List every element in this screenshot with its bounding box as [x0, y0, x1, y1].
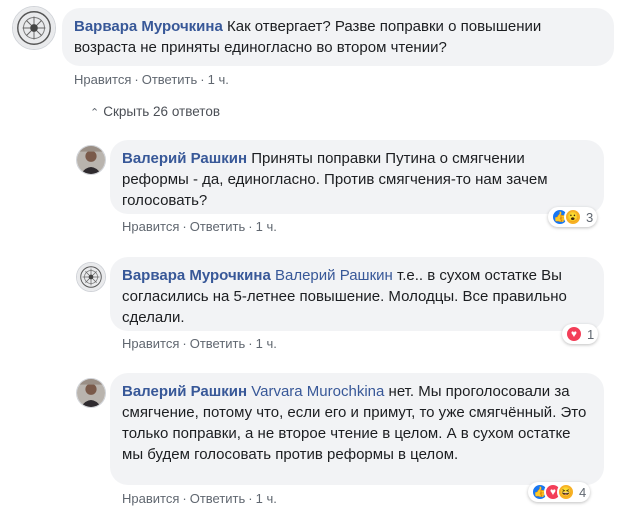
avatar-image — [77, 379, 105, 407]
like-button[interactable]: Нравится — [122, 336, 179, 351]
like-button[interactable]: Нравится — [122, 491, 179, 506]
avatar[interactable] — [76, 145, 106, 175]
comment-actions: Нравится · Ответить · 1 ч. — [74, 72, 229, 87]
comment-time[interactable]: 1 ч. — [256, 491, 277, 506]
comment-time[interactable]: 1 ч. — [256, 219, 277, 234]
avatar[interactable] — [76, 262, 106, 292]
reply-button[interactable]: Ответить — [190, 491, 246, 506]
mention-link[interactable]: Varvara Murochkina — [251, 383, 384, 400]
reactions-badge[interactable]: 👍 😮 3 — [548, 207, 598, 227]
comment-author[interactable]: Варвара Мурочкина — [122, 267, 271, 284]
hide-replies-label: Скрыть 26 ответов — [103, 104, 221, 119]
wow-reaction-icon: 😮 — [564, 208, 582, 226]
avatar[interactable] — [76, 378, 106, 408]
mention-link[interactable]: Валерий Рашкин — [275, 267, 393, 284]
comment-time[interactable]: 1 ч. — [256, 336, 277, 351]
comment-actions: Нравится · Ответить · 1 ч. — [122, 336, 277, 351]
like-button[interactable]: Нравится — [122, 219, 179, 234]
comment-time[interactable]: 1 ч. — [208, 72, 229, 87]
comment-bubble: Варвара Мурочкина Как отвергает? Разве п… — [62, 8, 614, 66]
haha-reaction-icon: 😆 — [557, 483, 575, 501]
comment-bubble: Валерий Рашкин Приняты поправки Путина о… — [110, 140, 604, 214]
avatar-image — [77, 263, 105, 291]
reaction-count: 3 — [586, 209, 594, 225]
hide-replies-button[interactable]: ⌃ Скрыть 26 ответов — [90, 104, 220, 119]
comment-bubble: Валерий Рашкин Varvara Murochkina нет. М… — [110, 373, 604, 485]
reaction-count: 4 — [579, 484, 587, 500]
comment-actions: Нравится · Ответить · 1 ч. — [122, 491, 277, 506]
comment-author[interactable]: Варвара Мурочкина — [74, 18, 223, 35]
avatar-image — [13, 7, 55, 49]
reactions-badge[interactable]: 👍 ♥ 😆 4 — [528, 482, 591, 502]
avatar[interactable] — [12, 6, 56, 50]
reply-button[interactable]: Ответить — [190, 336, 246, 351]
reactions-badge[interactable]: ♥ 1 — [562, 324, 599, 344]
comment-bubble: Варвара Мурочкина Валерий Рашкин т.е.. в… — [110, 257, 604, 331]
reply-button[interactable]: Ответить — [190, 219, 246, 234]
reply-button[interactable]: Ответить — [142, 72, 198, 87]
love-reaction-icon: ♥ — [565, 325, 583, 343]
like-button[interactable]: Нравится — [74, 72, 131, 87]
reaction-count: 1 — [587, 326, 595, 342]
avatar-image — [77, 146, 105, 174]
comment-author[interactable]: Валерий Рашкин — [122, 150, 247, 167]
chevron-up-icon: ⌃ — [90, 107, 100, 119]
comment-author[interactable]: Валерий Рашкин — [122, 383, 247, 400]
comment-actions: Нравится · Ответить · 1 ч. — [122, 219, 277, 234]
